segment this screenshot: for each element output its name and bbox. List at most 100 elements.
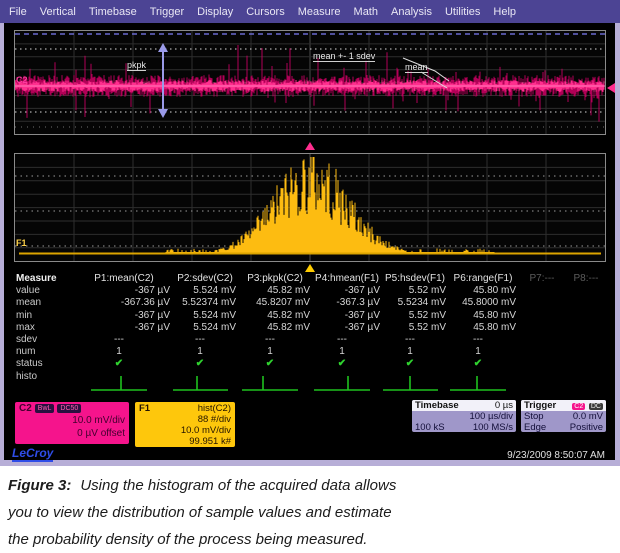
param-header-p3[interactable]: P3:pkpk(C2)	[238, 273, 312, 285]
status-ok-icon-p2: ✔	[172, 358, 238, 370]
trigger-type: Edge	[524, 422, 546, 433]
measure-value-p2: 5.524 mV	[172, 285, 238, 297]
measure-max-p8	[566, 322, 606, 334]
row-label-num: num	[14, 346, 76, 358]
lecroy-logo: LeCroy	[12, 447, 53, 462]
oscilloscope-window: File Vertical Timebase Trigger Display Cursor…	[0, 0, 620, 466]
histicon-p5	[382, 371, 448, 393]
trigger-slope: Positive	[570, 422, 603, 433]
measure-sdev-p1: ---	[76, 334, 172, 346]
measure-mean-p5: 5.5234 mV	[382, 297, 448, 309]
measure-max-p4: -367 µV	[312, 322, 382, 334]
measure-max-p6: 45.80 mV	[448, 322, 518, 334]
menu-item-file[interactable]: File	[9, 6, 27, 18]
measure-sdev-p6: ---	[448, 334, 518, 346]
status-ok-icon-p4: ✔	[312, 358, 382, 370]
figure-caption: Figure 3: Using the histogram of the acqu…	[0, 466, 620, 548]
menu-item-timebase[interactable]: Timebase	[89, 6, 137, 18]
measure-sdev-p7	[518, 334, 566, 346]
measure-num-p2: 1	[172, 346, 238, 358]
menu-item-cursors[interactable]: Cursors	[246, 6, 285, 18]
timebase-label: Timebase	[415, 400, 459, 411]
status-p7	[518, 358, 566, 370]
c2-descriptor-box[interactable]: C2 BwL DC50 10.0 mV/div 0 µV offset	[14, 401, 130, 445]
menu-item-measure[interactable]: Measure	[298, 6, 341, 18]
c2-descriptor-label: C2	[19, 403, 32, 414]
f1-trace-label: F1	[16, 238, 27, 248]
menu-bar: File Vertical Timebase Trigger Display Cursor…	[0, 0, 620, 23]
measure-num-p6: 1	[448, 346, 518, 358]
row-label-sdev: sdev	[14, 334, 76, 346]
scope-screen: C2 pkpk mean +- 1 sdev mean F1 MeasureP1…	[4, 23, 615, 460]
measure-mean-p2: 5.52374 mV	[172, 297, 238, 309]
timebase-per-div: 100 µs/div	[412, 411, 516, 422]
c2-coupling-badge: DC50	[57, 404, 81, 413]
measure-value-p4: -367 µV	[312, 285, 382, 297]
param-header-p7[interactable]: P7:---	[518, 273, 566, 285]
menu-item-trigger[interactable]: Trigger	[150, 6, 184, 18]
measure-sdev-p4: ---	[312, 334, 382, 346]
histo-p7	[518, 371, 566, 393]
measure-sdev-p2: ---	[172, 334, 238, 346]
menu-item-vertical[interactable]: Vertical	[40, 6, 76, 18]
measure-num-p5: 1	[382, 346, 448, 358]
measure-max-p3: 45.82 mV	[238, 322, 312, 334]
measure-min-p6: 45.80 mV	[448, 310, 518, 322]
param-header-p1[interactable]: P1:mean(C2)	[76, 273, 172, 285]
menu-item-analysis[interactable]: Analysis	[391, 6, 432, 18]
row-label-status: status	[14, 358, 76, 370]
menu-item-display[interactable]: Display	[197, 6, 233, 18]
histicon-p6	[448, 371, 518, 393]
measure-value-p7	[518, 285, 566, 297]
measure-min-p7	[518, 310, 566, 322]
timebase-descriptor-box[interactable]: Timebase 0 µs 100 µs/div 100 kS 100 MS/s	[411, 399, 517, 433]
status-ok-icon-p3: ✔	[238, 358, 312, 370]
trigger-source-badge: C2	[572, 403, 585, 410]
measure-value-p3: 45.82 mV	[238, 285, 312, 297]
row-label-value: value	[14, 285, 76, 297]
status-ok-icon-p1: ✔	[76, 358, 172, 370]
measure-min-p2: 5.524 mV	[172, 310, 238, 322]
histicon-graph	[449, 374, 507, 393]
caption-figure-number: Figure 3:	[8, 477, 71, 494]
measure-max-p7	[518, 322, 566, 334]
row-label-mean: mean	[14, 297, 76, 309]
c2-bandwidth-badge: BwL	[35, 404, 55, 413]
measure-num-p4: 1	[312, 346, 382, 358]
histogram-center-marker-icon[interactable]	[305, 264, 315, 272]
trigger-label: Trigger	[524, 400, 556, 411]
c2-level-marker-icon[interactable]	[607, 83, 615, 93]
measure-sdev-p3: ---	[238, 334, 312, 346]
measure-value-p8	[566, 285, 606, 297]
menu-item-help[interactable]: Help	[493, 6, 516, 18]
timestamp: 9/23/2009 8:50:07 AM	[507, 450, 605, 461]
param-header-p2[interactable]: P2:sdev(C2)	[172, 273, 238, 285]
trigger-time-marker-icon[interactable]	[305, 142, 315, 150]
trigger-descriptor-box[interactable]: Trigger C2 DC Stop 0.0 mV Edge Positive	[520, 399, 607, 433]
menu-item-math[interactable]: Math	[354, 6, 378, 18]
measure-mean-p1: -367.36 µV	[76, 297, 172, 309]
measure-mean-p8	[566, 297, 606, 309]
param-header-p6[interactable]: P6:range(F1)	[448, 273, 518, 285]
measure-value-p6: 45.80 mV	[448, 285, 518, 297]
f1-total-count: 99.951 k#	[139, 436, 231, 447]
caption-line-1: Using the histogram of the acquired data…	[80, 477, 396, 494]
measure-mean-p3: 45.8207 mV	[238, 297, 312, 309]
f1-histogram-trace	[15, 154, 605, 261]
measure-value-p5: 5.52 mV	[382, 285, 448, 297]
waveform-grid[interactable]: C2 pkpk mean +- 1 sdev mean	[14, 30, 606, 135]
param-header-p4[interactable]: P4:hmean(F1)	[312, 273, 382, 285]
trigger-coupling-badge: DC	[589, 403, 603, 410]
c2-trace-label: C2	[16, 75, 28, 85]
measure-num-p1: 1	[76, 346, 172, 358]
param-header-p8[interactable]: P8:---	[566, 273, 606, 285]
menu-item-utilities[interactable]: Utilities	[445, 6, 480, 18]
c2-offset: 0 µV offset	[19, 427, 125, 440]
c2-waveform-trace	[15, 31, 605, 134]
histogram-grid[interactable]: F1	[14, 153, 606, 262]
timebase-delay: 0 µs	[495, 400, 513, 411]
histicon-p2	[172, 371, 238, 393]
measure-sdev-p8	[566, 334, 606, 346]
param-header-p5[interactable]: P5:hsdev(F1)	[382, 273, 448, 285]
f1-descriptor-box[interactable]: F1 hist(C2) 88 #/div 10.0 mV/div 99.951 …	[134, 401, 236, 448]
